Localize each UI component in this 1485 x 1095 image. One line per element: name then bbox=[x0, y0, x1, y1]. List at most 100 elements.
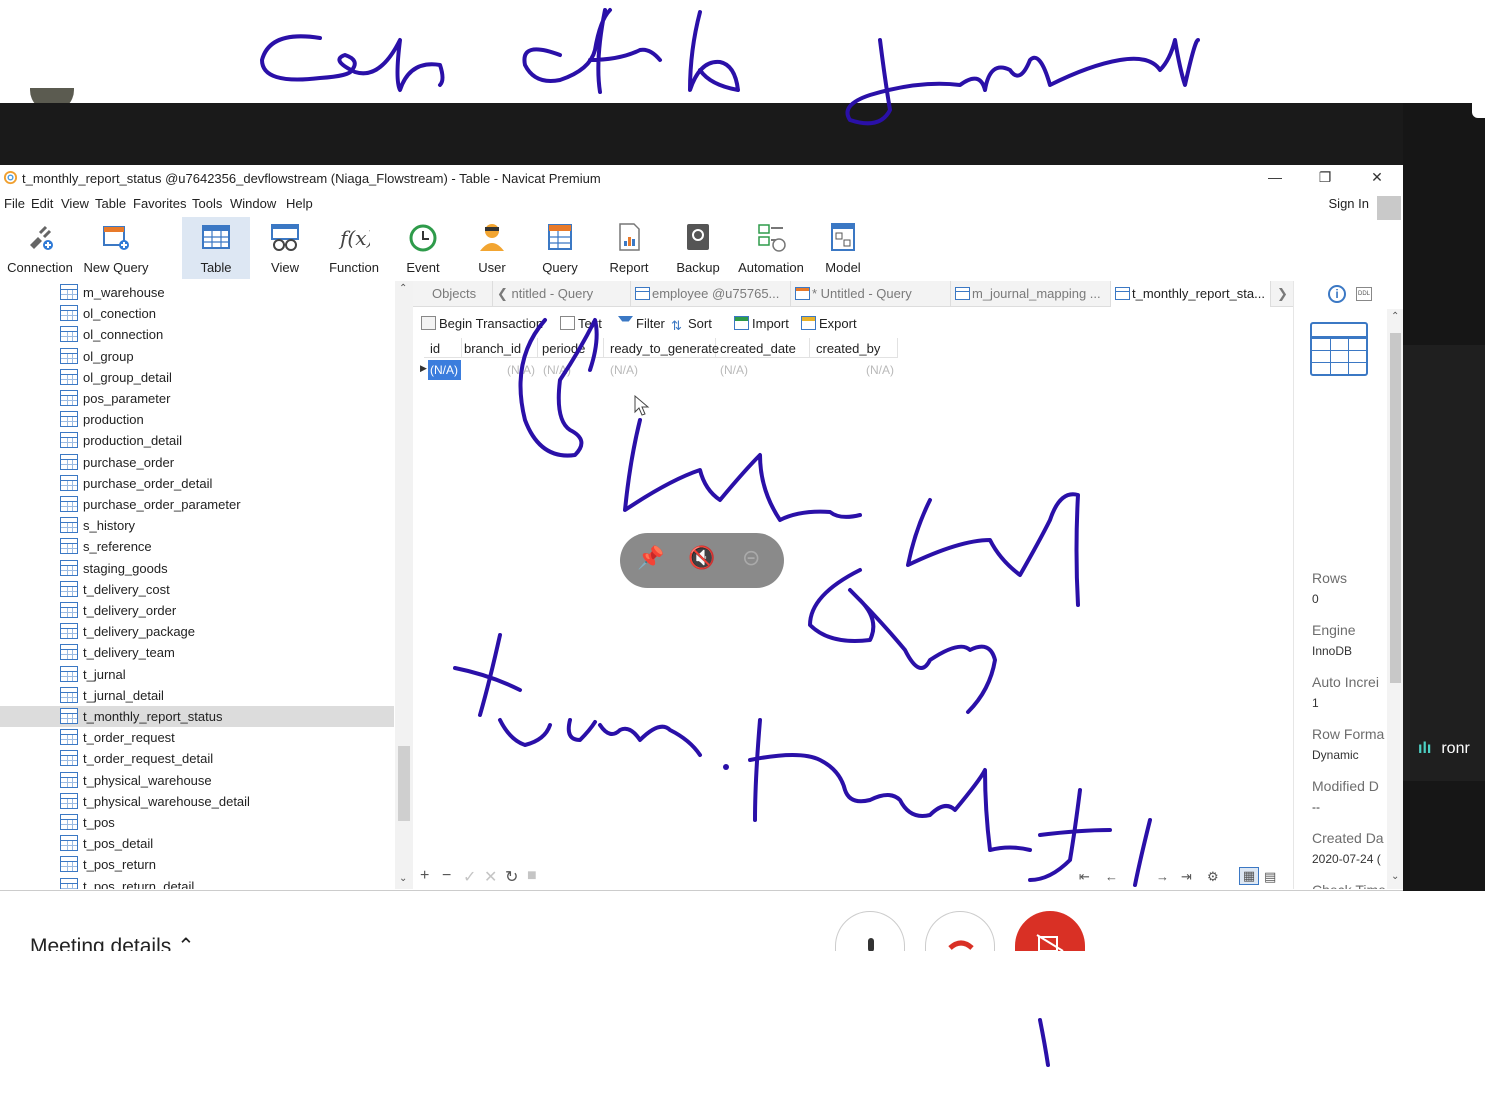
add-record-icon[interactable]: + bbox=[420, 867, 429, 885]
tab-untitled-query-1[interactable]: ❮ ntitled - Query bbox=[493, 281, 631, 307]
form-view-icon[interactable]: ▤ bbox=[1264, 869, 1276, 885]
model-button[interactable]: Model bbox=[816, 217, 870, 279]
remove-icon[interactable]: ⊝ bbox=[742, 545, 760, 571]
camera-off-button[interactable] bbox=[1015, 911, 1085, 951]
close-button[interactable]: ✕ bbox=[1367, 169, 1387, 187]
user-button[interactable]: User bbox=[464, 217, 520, 279]
minimize-button[interactable]: — bbox=[1265, 169, 1285, 187]
tab-untitled-query-2[interactable]: * Untitled - Query bbox=[791, 281, 951, 307]
delete-record-icon[interactable]: − bbox=[442, 867, 451, 885]
previous-page-icon[interactable]: ← bbox=[1105, 869, 1118, 884]
tree-item-t-order-request-detail[interactable]: t_order_request_detail bbox=[60, 748, 394, 769]
tree-item-m-warehouse[interactable]: m_warehouse bbox=[60, 282, 394, 303]
tree-item-t-physical-warehouse[interactable]: t_physical_warehouse bbox=[60, 770, 394, 791]
tree-item-t-physical-warehouse-detail[interactable]: t_physical_warehouse_detail bbox=[60, 791, 394, 812]
column-header[interactable]: id bbox=[424, 338, 462, 358]
tree-item-ol-conection[interactable]: ol_conection bbox=[60, 303, 394, 324]
discard-changes-icon[interactable]: ✕ bbox=[484, 867, 497, 887]
tree-item-ol-group[interactable]: ol_group bbox=[60, 346, 394, 367]
menu-favorites[interactable]: Favorites bbox=[133, 196, 186, 211]
tree-item-t-delivery-order[interactable]: t_delivery_order bbox=[60, 600, 394, 621]
tree-item-t-pos[interactable]: t_pos bbox=[60, 812, 394, 833]
view-button[interactable]: View bbox=[254, 217, 316, 279]
tree-item-s-history[interactable]: s_history bbox=[60, 515, 394, 536]
settings-gear-icon[interactable]: ⚙ bbox=[1207, 869, 1219, 885]
last-page-icon[interactable]: ⇥ bbox=[1181, 869, 1192, 885]
connection-button[interactable]: Connection bbox=[2, 217, 78, 279]
tree-item-t-delivery-package[interactable]: t_delivery_package bbox=[60, 621, 394, 642]
menu-view[interactable]: View bbox=[61, 196, 89, 211]
tab-scroll-right-icon[interactable]: ❯ bbox=[1271, 281, 1293, 307]
info-scroll-up-icon[interactable]: ⌃ bbox=[1391, 311, 1399, 322]
grid-cell-created-by[interactable]: (N/A) bbox=[866, 360, 894, 380]
tree-item-t-jurnal[interactable]: t_jurnal bbox=[60, 664, 394, 685]
tab-scroll-left-icon[interactable]: ❮ bbox=[497, 286, 512, 301]
automation-button[interactable]: Automation bbox=[734, 217, 808, 279]
grid-cell-created-date[interactable]: (N/A) bbox=[720, 360, 748, 380]
report-button[interactable]: Report bbox=[600, 217, 658, 279]
tree-item-t-pos-return-detail[interactable]: t_pos_return_detail bbox=[60, 876, 394, 889]
info-icon[interactable]: i bbox=[1328, 285, 1346, 303]
tree-item-production-detail[interactable]: production_detail bbox=[60, 430, 394, 451]
menu-file[interactable]: File bbox=[4, 196, 25, 211]
refresh-icon[interactable]: ↻ bbox=[505, 867, 518, 887]
mute-icon[interactable]: 🔇 bbox=[688, 545, 715, 571]
column-header[interactable]: branch_id bbox=[458, 338, 538, 358]
tree-item-ol-group-detail[interactable]: ol_group_detail bbox=[60, 367, 394, 388]
column-header[interactable]: periode bbox=[536, 338, 604, 358]
tab-employee[interactable]: employee @u75765... bbox=[631, 281, 791, 307]
grid-view-icon[interactable]: ▦ bbox=[1239, 867, 1259, 885]
function-button[interactable]: f(x) Function bbox=[322, 217, 386, 279]
restore-button[interactable]: ❐ bbox=[1315, 169, 1335, 187]
scroll-up-icon[interactable]: ⌃ bbox=[399, 283, 407, 294]
filter-button[interactable]: Filter bbox=[618, 316, 665, 331]
tree-item-purchase-order-detail[interactable]: purchase_order_detail bbox=[60, 473, 394, 494]
column-header[interactable]: created_by bbox=[810, 338, 898, 358]
leave-call-button[interactable] bbox=[925, 911, 995, 951]
info-scroll-thumb[interactable] bbox=[1390, 333, 1401, 683]
tree-item-purchase-order-parameter[interactable]: purchase_order_parameter bbox=[60, 494, 394, 515]
tab-m-journal-mapping[interactable]: m_journal_mapping ... bbox=[951, 281, 1111, 307]
tree-item-purchase-order[interactable]: purchase_order bbox=[60, 452, 394, 473]
meeting-details-button[interactable]: Meeting details ⌃ bbox=[30, 934, 195, 951]
tree-item-t-pos-detail[interactable]: t_pos_detail bbox=[60, 833, 394, 854]
info-scroll-down-icon[interactable]: ⌄ bbox=[1391, 871, 1399, 882]
tree-item-t-order-request[interactable]: t_order_request bbox=[60, 727, 394, 748]
tree-item-t-monthly-report-status[interactable]: t_monthly_report_status bbox=[0, 706, 394, 727]
grid-cell-branch-id[interactable]: (N/A) bbox=[507, 360, 535, 380]
column-header[interactable]: created_date bbox=[714, 338, 810, 358]
tree-scroll-thumb[interactable] bbox=[398, 746, 410, 821]
apply-changes-icon[interactable]: ✓ bbox=[463, 867, 476, 887]
tree-item-t-delivery-cost[interactable]: t_delivery_cost bbox=[60, 579, 394, 600]
grid-cell-ready-to-generate[interactable]: (N/A) bbox=[610, 360, 638, 380]
grid-cell-periode[interactable]: (N/A) bbox=[543, 360, 571, 380]
pin-icon[interactable]: 📌 bbox=[637, 545, 664, 571]
menu-window[interactable]: Window bbox=[230, 196, 276, 211]
table-button[interactable]: Table bbox=[182, 217, 250, 279]
menu-table[interactable]: Table bbox=[95, 196, 126, 211]
tree-item-s-reference[interactable]: s_reference bbox=[60, 536, 394, 557]
query-button[interactable]: Query bbox=[530, 217, 590, 279]
menu-tools[interactable]: Tools bbox=[192, 196, 222, 211]
tree-item-pos-parameter[interactable]: pos_parameter bbox=[60, 388, 394, 409]
grid-cell-id[interactable]: (N/A) bbox=[428, 360, 461, 380]
begin-transaction-button[interactable]: Begin Transaction bbox=[421, 316, 543, 331]
tab-objects[interactable]: Objects bbox=[413, 281, 493, 307]
import-button[interactable]: Import bbox=[734, 316, 789, 331]
tree-item-production[interactable]: production bbox=[60, 409, 394, 430]
tree-item-t-delivery-team[interactable]: t_delivery_team bbox=[60, 642, 394, 663]
menu-help[interactable]: Help bbox=[286, 196, 313, 211]
event-button[interactable]: Event bbox=[394, 217, 452, 279]
next-page-icon[interactable]: → bbox=[1156, 869, 1169, 884]
scroll-down-icon[interactable]: ⌄ bbox=[399, 873, 407, 884]
text-button[interactable]: Text bbox=[560, 316, 602, 331]
tree-item-t-jurnal-detail[interactable]: t_jurnal_detail bbox=[60, 685, 394, 706]
menu-edit[interactable]: Edit bbox=[31, 196, 53, 211]
tree-item-staging-goods[interactable]: staging_goods bbox=[60, 558, 394, 579]
first-page-icon[interactable]: ⇤ bbox=[1079, 869, 1090, 885]
export-button[interactable]: Export bbox=[801, 316, 857, 331]
tree-item-t-pos-return[interactable]: t_pos_return bbox=[60, 854, 394, 875]
new-query-button[interactable]: New Query bbox=[80, 217, 152, 279]
ddl-icon[interactable]: DDL bbox=[1356, 287, 1372, 301]
microphone-button[interactable] bbox=[835, 911, 905, 951]
